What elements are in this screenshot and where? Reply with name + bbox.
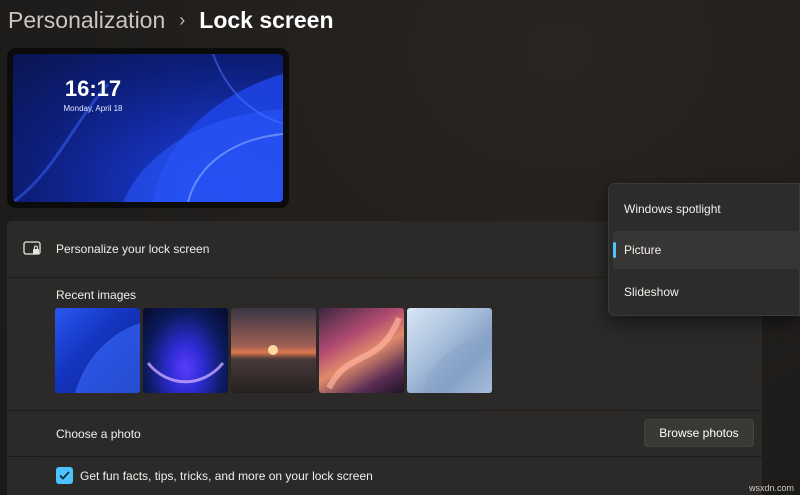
preview-clock: 16:17 xyxy=(64,76,122,101)
choose-photo-label: Choose a photo xyxy=(56,427,141,441)
lock-screen-preview: 16:17 Monday, April 18 xyxy=(7,48,289,208)
breadcrumb-personalization[interactable]: Personalization xyxy=(8,7,165,34)
recent-images-label: Recent images xyxy=(56,288,137,302)
recent-image-thumbnail[interactable] xyxy=(407,308,492,393)
recent-image-thumbnail[interactable] xyxy=(231,308,316,393)
menu-item-label: Slideshow xyxy=(624,285,679,299)
lock-screen-icon xyxy=(23,241,41,255)
menu-item-label: Picture xyxy=(624,243,662,257)
checkmark-icon xyxy=(59,471,70,480)
fun-facts-checkbox[interactable] xyxy=(56,467,73,484)
personalize-lock-screen-label: Personalize your lock screen xyxy=(56,242,210,256)
recent-images-list xyxy=(55,308,492,393)
menu-item-windows-spotlight[interactable]: Windows spotlight xyxy=(613,190,800,228)
recent-image-thumbnail[interactable] xyxy=(143,308,228,393)
browse-photos-button[interactable]: Browse photos xyxy=(644,419,754,447)
preview-date: Monday, April 18 xyxy=(63,104,123,113)
menu-item-slideshow[interactable]: Slideshow xyxy=(613,273,800,311)
breadcrumb-separator-icon: › xyxy=(179,9,186,30)
fun-facts-row: Get fun facts, tips, tricks, and more on… xyxy=(7,457,762,495)
watermark: wsxdn.com xyxy=(748,483,794,493)
menu-item-picture[interactable]: Picture xyxy=(613,231,800,269)
menu-item-label: Windows spotlight xyxy=(624,202,721,216)
fun-facts-label: Get fun facts, tips, tricks, and more on… xyxy=(80,469,373,483)
recent-image-thumbnail[interactable] xyxy=(55,308,140,393)
breadcrumb: Personalization › Lock screen xyxy=(8,3,334,37)
choose-photo-row: Choose a photo Browse photos xyxy=(7,411,762,456)
lock-screen-settings-page: Personalization › Lock screen 16:17 Mond… xyxy=(0,0,800,495)
page-title: Lock screen xyxy=(199,6,334,33)
selection-indicator xyxy=(613,242,616,258)
preview-wallpaper: 16:17 Monday, April 18 xyxy=(13,54,283,202)
lock-screen-type-dropdown: Windows spotlight Picture Slideshow xyxy=(608,183,800,316)
recent-image-thumbnail[interactable] xyxy=(319,308,404,393)
